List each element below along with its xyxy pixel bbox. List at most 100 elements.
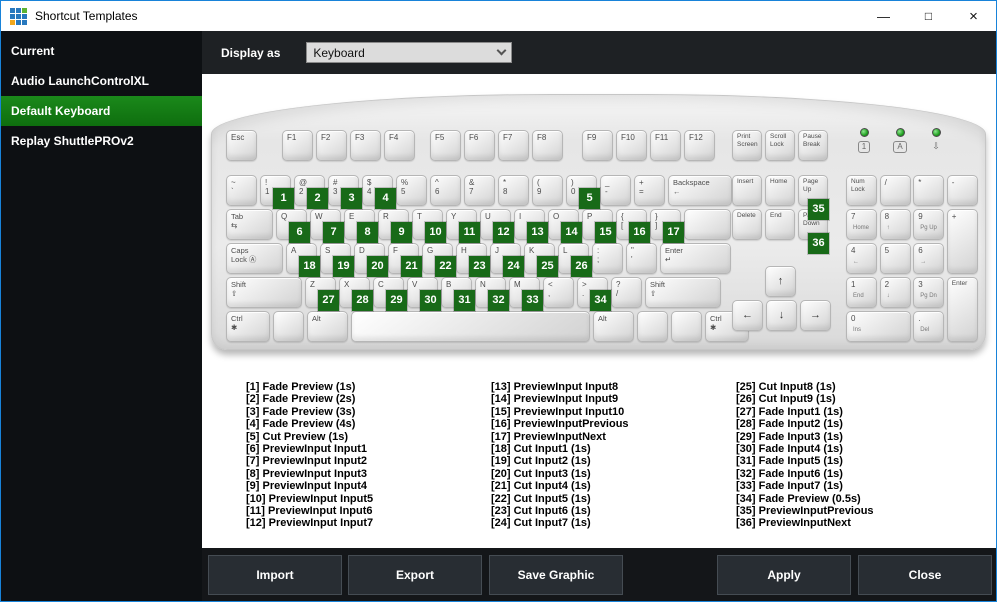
- key-f2: F2: [316, 130, 347, 161]
- keyboard-row: F5 F6 F7 F8: [430, 130, 563, 161]
- shortcut-entry: [35] PreviewInputPrevious: [736, 505, 874, 518]
- led-indicator-1: 1: [851, 128, 877, 154]
- shortcut-entry: [7] PreviewInput Input2: [246, 455, 368, 468]
- key-*: *: [913, 175, 945, 206]
- key-f6: F6: [464, 130, 495, 161]
- shortcut-entry: [29] Fade Input3 (1s): [736, 430, 843, 443]
- display-as-dropdown[interactable]: Keyboard: [306, 42, 513, 63]
- key-blank: ! 1 1: [260, 175, 294, 209]
- shortcut-entry: [26] Cut Input9 (1s): [736, 393, 836, 406]
- key-blank: $4 4: [362, 175, 396, 209]
- shortcut-entry: [9] PreviewInput Input4: [246, 480, 368, 493]
- key-p: P 15: [582, 209, 616, 243]
- key-k: K 25: [524, 243, 558, 277]
- led-dot: [895, 128, 905, 137]
- key-y: Y 11: [446, 209, 480, 243]
- sidebar-item-replay-shuttleprov2[interactable]: Replay ShuttlePROv2: [1, 126, 202, 156]
- close-window-button[interactable]: ×: [951, 1, 996, 31]
- led-indicator-a: A: [887, 128, 913, 154]
- key-v: V 30: [407, 277, 441, 311]
- keyboard-row: Caps Lock Ⓐ A 18 S 19 D 20 F 21 G 22 H 23 J 24 K 25 L 26:; "…: [226, 243, 731, 277]
- sidebar: Current Audio LaunchControlXL Default Keyb…: [1, 31, 202, 601]
- app-logo-icon: [10, 7, 27, 25]
- keyboard-row: ~ `! 1 1 @2 2 #3 3 $4 4% 5 ^ 6 & 7 * 8(9) 0 5 _ - + = Backspace…: [226, 175, 732, 209]
- import-button[interactable]: Import: [208, 555, 342, 595]
- save-graphic-button[interactable]: Save Graphic: [489, 555, 623, 595]
- apply-button[interactable]: Apply: [717, 555, 851, 595]
- key-esc: Esc: [226, 130, 257, 161]
- key-blank: }] 17: [650, 209, 684, 243]
- export-button[interactable]: Export: [348, 555, 482, 595]
- key-f7: F7: [498, 130, 529, 161]
- shortcut-entry: [33] Fade Input7 (1s): [736, 480, 843, 493]
- display-as-label: Display as: [221, 45, 281, 60]
- key-l: L 26: [558, 243, 592, 277]
- key-o: O 14: [548, 209, 582, 243]
- chevron-down-icon: [496, 45, 507, 56]
- shortcut-entry: [14] PreviewInput Input9: [491, 393, 619, 406]
- key-blank: ) 0 5: [566, 175, 600, 209]
- display-as-toolbar: Display as Keyboard: [202, 31, 996, 74]
- content-area: Esc F1 F2 F3 F4 F5 F6 F7 F8 F9 F10 F11 F12 Print Scree…: [202, 74, 996, 548]
- shortcut-entry: [2] Fade Preview (2s): [246, 393, 356, 406]
- shortcut-entry: [27] Fade Input1 (1s): [736, 405, 843, 418]
- shortcut-list-column-1: [1] Fade Preview (1s) [2] Fade Preview (2…: [246, 381, 491, 530]
- key-f: F 21: [388, 243, 422, 277]
- key-blank: " ': [626, 243, 657, 274]
- key-print: Print Screen: [732, 130, 762, 161]
- sidebar-item-current[interactable]: Current: [1, 36, 202, 66]
- key-c: C 29: [373, 277, 407, 311]
- keyboard-graphic: Esc F1 F2 F3 F4 F5 F6 F7 F8 F9 F10 F11 F12 Print Scree…: [211, 88, 986, 368]
- key-*: * 8: [498, 175, 529, 206]
- shortcut-badge-3: 3: [341, 188, 362, 209]
- key-x: X 28: [339, 277, 373, 311]
- shortcut-badge-19: 19: [333, 256, 354, 277]
- shortcut-badge-15: 15: [595, 222, 616, 243]
- shortcut-badge-9: 9: [391, 222, 412, 243]
- minimize-button[interactable]: —: [861, 1, 906, 31]
- shortcut-badge-23: 23: [469, 256, 490, 277]
- key-f3: F3: [350, 130, 381, 161]
- key-u: U 12: [480, 209, 514, 243]
- sidebar-item-audio-launchcontrolxl[interactable]: Audio LaunchControlXL: [1, 66, 202, 96]
- key--: -: [946, 175, 978, 206]
- key-blank: <,: [543, 277, 574, 308]
- key-f4: F4: [384, 130, 415, 161]
- shortcut-entry: [3] Fade Preview (3s): [246, 405, 356, 418]
- shortcut-badge-6: 6: [289, 222, 310, 243]
- shortcut-entry: [24] Cut Input7 (1s): [491, 517, 591, 530]
- shortcut-badge-33: 33: [522, 290, 543, 311]
- key-.: . Del: [913, 311, 945, 342]
- key-backspace: Backspace ←: [668, 175, 732, 206]
- shortcut-entry: [21] Cut Input4 (1s): [491, 480, 591, 493]
- shortcut-badge-24: 24: [503, 256, 524, 277]
- keyboard-row: Shift ⇧ Z 27 X 28 C 29 V 30 B 31 N 32 M 33 <, >. 34? / Shift…: [226, 277, 721, 311]
- led-indicator-scroll: ⇩: [923, 128, 949, 154]
- main-panel: Display as Keyboard Esc F1 F2 F3 F4 F5 F6 F7 F8 F…: [202, 31, 996, 601]
- shortcut-entry: [6] PreviewInput Input1: [246, 443, 368, 456]
- key-delete: Delete: [732, 209, 762, 240]
- shortcut-badge-8: 8: [357, 222, 378, 243]
- shortcut-entry: [13] PreviewInput Input8: [491, 381, 619, 393]
- key-shift: Shift ⇧: [226, 277, 302, 308]
- shortcut-entry: [8] PreviewInput Input3: [246, 467, 368, 480]
- keyboard-row: F1 F2 F3 F4: [282, 130, 415, 161]
- shortcut-badge-5: 5: [579, 188, 600, 209]
- led-dot: [931, 128, 941, 137]
- shortcut-badge-35: 35: [808, 199, 829, 220]
- keyboard-row: Ctrl ✱ Alt Alt Ctrl ✱: [226, 311, 749, 342]
- key-blank: [273, 311, 304, 342]
- shortcut-badge-7: 7: [323, 222, 344, 243]
- key-blank: _ -: [600, 175, 631, 206]
- key-blank: [684, 209, 731, 240]
- key-caps: Caps Lock Ⓐ: [226, 243, 283, 274]
- display-as-value: Keyboard: [313, 45, 365, 60]
- shortcut-badge-34: 34: [590, 290, 611, 311]
- key-q: Q6: [276, 209, 310, 243]
- close-button[interactable]: Close: [858, 555, 992, 595]
- shortcut-badge-2: 2: [307, 188, 328, 209]
- led-symbol: ⇩: [932, 141, 940, 151]
- titlebar: Shortcut Templates — □ ×: [1, 1, 996, 31]
- maximize-button[interactable]: □: [906, 1, 951, 31]
- sidebar-item-default-keyboard[interactable]: Default Keyboard: [1, 96, 202, 126]
